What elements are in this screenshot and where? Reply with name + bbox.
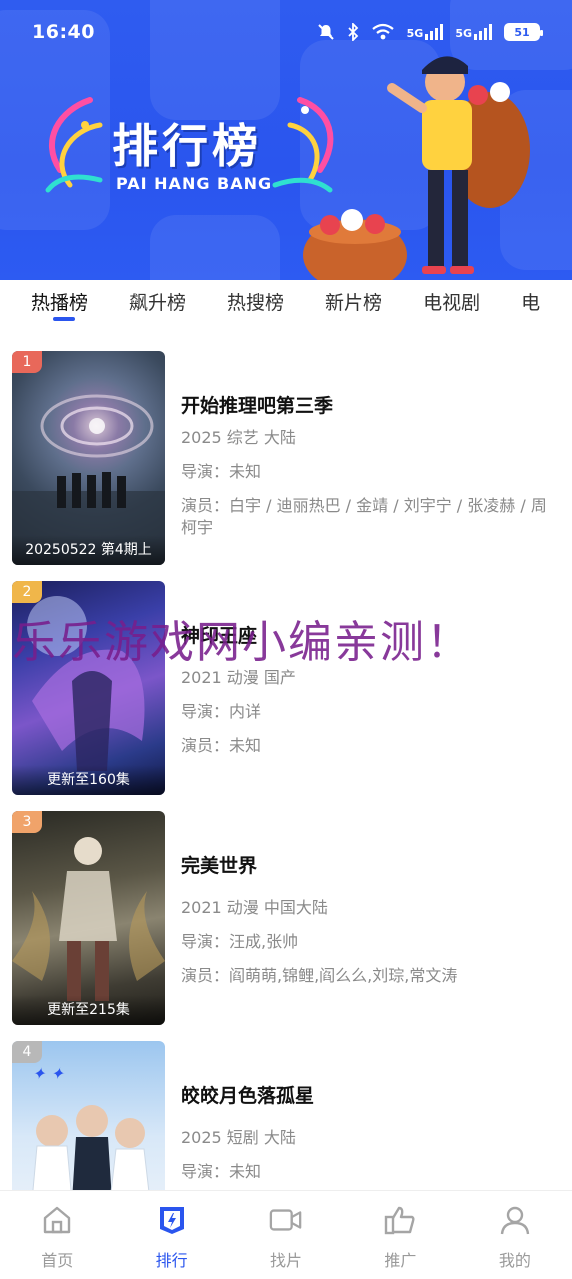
- item-year-genre: 2025 综艺 大陆: [181, 428, 296, 447]
- banner-title: 排行榜: [112, 119, 262, 173]
- tab-tv-series[interactable]: 电视剧: [423, 283, 480, 323]
- poster-caption: 20250522 第4期上: [12, 535, 165, 565]
- nav-label: 我的: [498, 1251, 531, 1270]
- ranking-banner: 16:40 5G 5G 51 排行榜 PAI HANG BANG: [0, 0, 572, 280]
- poster-art: [12, 394, 165, 565]
- tab-hot-play[interactable]: 热播榜: [31, 283, 88, 323]
- rank-badge: 4: [12, 1041, 42, 1063]
- nav-label: 推广: [384, 1251, 417, 1270]
- nav-label: 找片: [270, 1251, 303, 1270]
- item-year-genre: 2021 动漫 中国大陆: [181, 898, 328, 917]
- poster-caption: 更新至160集: [12, 765, 165, 795]
- poster-image[interactable]: 3 更新至215集: [12, 811, 165, 1025]
- ranking-list: 1 20250522 第4期上 开始推理吧第三季 2025 综艺 大陆 导演：未…: [0, 326, 572, 1190]
- rank-badge: 1: [12, 351, 42, 373]
- status-bar: 16:40 5G 5G 51: [0, 0, 572, 64]
- item-cast: 演员：未知: [181, 736, 262, 755]
- svg-text:✦ ✦: ✦ ✦: [32, 1064, 65, 1083]
- list-item[interactable]: 1 20250522 第4期上 开始推理吧第三季 2025 综艺 大陆 导演：未…: [12, 351, 562, 567]
- signal-icon-2: 5G: [455, 24, 492, 40]
- poster-caption: 更新至215集: [12, 995, 165, 1025]
- item-director: 导演：汪成,张帅: [181, 932, 299, 951]
- category-tabs: 热播榜 飙升榜 热搜榜 新片榜 电视剧 电: [0, 280, 572, 326]
- nav-find-movie[interactable]: 找片: [229, 1191, 343, 1279]
- nav-profile[interactable]: 我的: [458, 1191, 572, 1279]
- user-icon: [498, 1203, 532, 1237]
- item-director: 导演：内详: [181, 702, 262, 721]
- video-icon: [269, 1203, 303, 1237]
- list-item[interactable]: ✦ ✦ 4 皎皎月色落孤星 2025 短剧 大陆 导演：未知: [12, 1041, 562, 1190]
- ranking-icon: [155, 1203, 189, 1237]
- tab-rising[interactable]: 飙升榜: [129, 283, 186, 323]
- nav-label: 首页: [41, 1251, 74, 1270]
- thumbs-up-icon: [383, 1203, 417, 1237]
- list-item[interactable]: 3 更新至215集 完美世界 2021 动漫 中国大陆 导演：汪成,张帅 演员：…: [12, 811, 562, 1027]
- signal-icon: 5G: [407, 24, 444, 40]
- item-title[interactable]: 开始推理吧第三季: [181, 391, 333, 418]
- item-cast: 演员：阎萌萌,锦鲤,阎么么,刘琮,常文涛: [181, 966, 458, 985]
- poster-image[interactable]: 1 20250522 第4期上: [12, 351, 165, 565]
- tab-hot-search[interactable]: 热搜榜: [227, 283, 284, 323]
- tab-new-release[interactable]: 新片榜: [325, 283, 382, 323]
- bottom-navigation: 首页 排行 找片 推广 我的: [0, 1190, 572, 1279]
- nav-promotion[interactable]: 推广: [343, 1191, 457, 1279]
- nav-label: 排行: [155, 1251, 188, 1270]
- item-title[interactable]: 皎皎月色落孤星: [181, 1081, 314, 1108]
- banner-subtitle: PAI HANG BANG: [116, 174, 273, 193]
- item-cast: 演员：白宇 / 迪丽热巴 / 金靖 / 刘宇宁 / 张凌赫 / 周柯宇: [181, 496, 547, 537]
- wifi-icon: [371, 23, 395, 41]
- watermark-text: 乐乐游戏网小编亲测！: [12, 617, 472, 668]
- battery-icon: 51: [504, 23, 543, 41]
- tab-active-indicator: [53, 317, 75, 321]
- home-icon: [40, 1203, 74, 1237]
- mute-icon: [317, 23, 335, 41]
- bluetooth-icon: [347, 23, 359, 41]
- item-year-genre: 2021 动漫 国产: [181, 668, 296, 687]
- item-director: 导演：未知: [181, 1162, 262, 1181]
- item-title[interactable]: 完美世界: [181, 851, 257, 878]
- poster-art: ✦ ✦: [32, 1064, 150, 1190]
- nav-home[interactable]: 首页: [0, 1191, 114, 1279]
- tab-more[interactable]: 电: [521, 283, 540, 323]
- nav-ranking[interactable]: 排行: [114, 1191, 228, 1279]
- rank-badge: 2: [12, 581, 42, 603]
- item-director: 导演：未知: [181, 462, 262, 481]
- poster-image[interactable]: ✦ ✦ 4: [12, 1041, 165, 1190]
- rank-badge: 3: [12, 811, 42, 833]
- item-year-genre: 2025 短剧 大陆: [181, 1128, 296, 1147]
- status-time: 16:40: [32, 21, 95, 43]
- poster-art: [12, 837, 165, 1001]
